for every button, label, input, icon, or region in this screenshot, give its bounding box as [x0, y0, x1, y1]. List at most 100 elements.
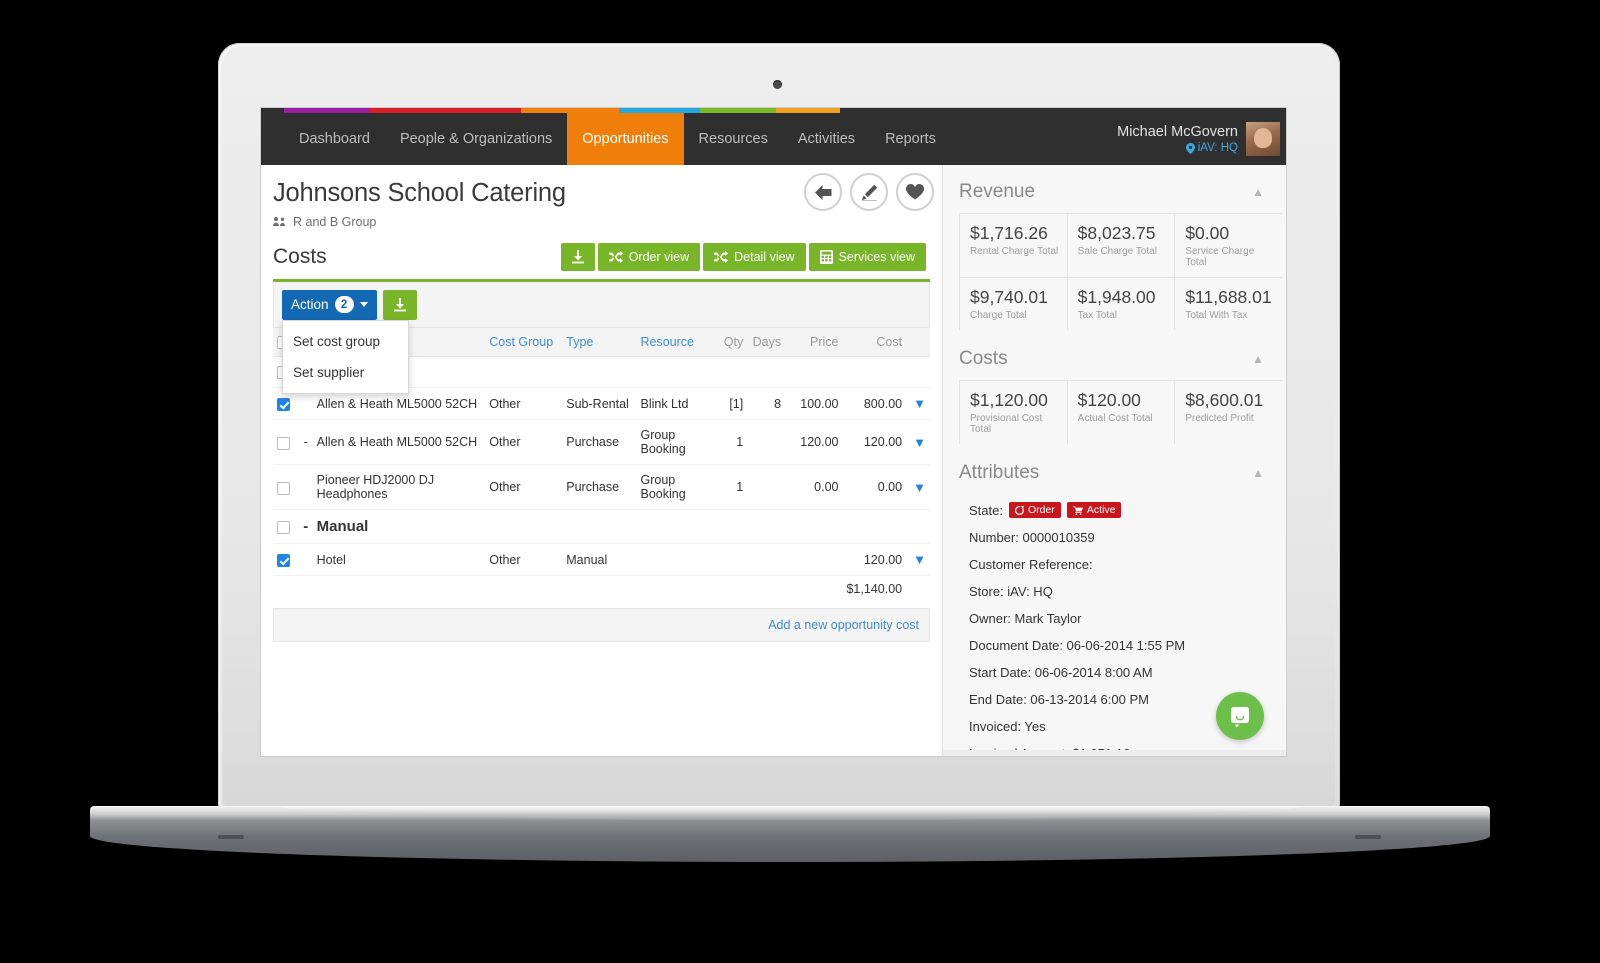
export-button[interactable] — [560, 243, 595, 271]
action-button[interactable]: Action 2 — [282, 289, 377, 320]
row-name: Allen & Heath ML5000 52CH — [312, 419, 486, 466]
row-checkbox[interactable] — [277, 436, 290, 450]
chevron-up-icon[interactable]: ▲ — [1252, 352, 1264, 366]
header-type[interactable]: Type — [562, 328, 637, 358]
table-group-row[interactable]: - Manual — [273, 509, 930, 545]
row-checkbox[interactable] — [277, 398, 290, 411]
row-type: Purchase — [562, 464, 637, 511]
stat-value: $1,948.00 — [1077, 287, 1156, 307]
user-name: Michael McGovern — [1117, 123, 1238, 140]
back-button[interactable] — [804, 173, 842, 211]
calculator-icon — [819, 250, 833, 264]
webcam-dot — [773, 80, 782, 89]
row-type: Sub-Rental — [562, 387, 637, 421]
nav-label: Resources — [698, 131, 768, 147]
menu-item-set-supplier[interactable]: Set supplier — [283, 357, 408, 388]
row-cost: 120.00 — [842, 419, 907, 466]
table-row[interactable]: - Allen & Heath ML5000 52CH Other Purcha… — [273, 419, 930, 466]
nav-item-people-organizations[interactable]: People & Organizations — [385, 113, 567, 165]
header-qty[interactable]: Qty — [713, 328, 748, 358]
table-row[interactable]: Pioneer HDJ2000 DJ Headphones Other Purc… — [273, 464, 930, 511]
header-resource[interactable]: Resource — [636, 328, 714, 358]
nav-label: Activities — [797, 131, 856, 147]
row-chevron-cell[interactable]: ▼ — [906, 419, 930, 466]
laptop-screen: Dashboard People & Organizations Opportu… — [261, 108, 1286, 756]
action-dropdown-menu[interactable]: Set cost group Set supplier — [282, 320, 409, 394]
favourite-button[interactable] — [896, 173, 934, 211]
row-qty — [713, 543, 748, 577]
header-cost-group[interactable]: Cost Group — [485, 328, 563, 358]
services-view-button[interactable]: Services view — [808, 243, 926, 271]
avatar[interactable] — [1246, 122, 1280, 156]
costs-toolbar-row: Costs Order view Detail view Services vi… — [273, 243, 926, 271]
stat-total-with-tax: $11,688.01 Total With Tax — [1174, 277, 1282, 330]
refresh-icon — [1014, 505, 1024, 515]
row-checkbox-cell[interactable] — [273, 509, 299, 545]
row-qty: [1] — [713, 387, 748, 421]
chevron-up-icon[interactable]: ▲ — [1252, 466, 1264, 480]
user-menu[interactable]: Michael McGovern iAV: HQ — [1117, 113, 1286, 165]
row-cost: 0.00 — [842, 464, 907, 511]
chevron-down-icon[interactable]: ▼ — [913, 552, 926, 567]
order-view-label: Order view — [628, 250, 690, 264]
organization-icon — [273, 217, 285, 226]
nav-item-activities[interactable]: Activities — [783, 113, 870, 165]
row-price — [785, 543, 843, 577]
attribute-state: State: Order Active — [969, 496, 1270, 524]
menu-item-set-cost-group[interactable]: Set cost group — [283, 326, 408, 357]
toolbar-download-button[interactable] — [382, 289, 417, 320]
costs-section-header: Costs ▲ — [943, 332, 1286, 380]
revenue-title: Revenue — [959, 181, 1036, 202]
row-expand-cell[interactable]: - — [298, 509, 313, 545]
row-checkbox[interactable] — [277, 554, 290, 567]
nav-item-resources[interactable]: Resources — [684, 113, 783, 165]
user-menu-text: Michael McGovern iAV: HQ — [1117, 123, 1238, 156]
nav-item-reports[interactable]: Reports — [870, 113, 951, 165]
row-cost — [842, 356, 907, 389]
edit-button[interactable] — [850, 173, 888, 211]
header-cost[interactable]: Cost — [842, 328, 907, 358]
row-checkbox-cell[interactable] — [273, 419, 299, 466]
nav-item-opportunities[interactable]: Opportunities — [567, 113, 684, 165]
action-selection-badge: 2 — [334, 296, 354, 313]
breadcrumb-label: R and B Group — [293, 215, 377, 229]
attribute-store: Store: iAV: HQ — [969, 584, 1053, 599]
revenue-section-header: Revenue ▲ — [943, 165, 1286, 213]
row-resource: Blink Ltd — [636, 387, 714, 421]
detail-view-button[interactable]: Detail view — [703, 243, 806, 271]
row-checkbox[interactable] — [277, 481, 290, 495]
order-view-button[interactable]: Order view — [597, 243, 701, 271]
row-checkbox-cell[interactable] — [273, 543, 299, 577]
row-checkbox[interactable] — [277, 520, 290, 534]
main-content: Johnsons School Catering R and B Group C… — [261, 165, 942, 756]
chat-launcher-button[interactable] — [1216, 692, 1264, 740]
header-days[interactable]: Days — [747, 328, 786, 358]
table-row[interactable]: Hotel Other Manual 120.00 ▼ — [273, 543, 930, 577]
add-opportunity-cost-link[interactable]: Add a new opportunity cost — [768, 618, 919, 632]
chevron-down-icon[interactable]: ▼ — [913, 396, 926, 411]
row-chevron-cell[interactable]: ▼ — [906, 464, 930, 511]
chevron-down-icon[interactable]: ▼ — [913, 480, 926, 495]
row-chevron-cell[interactable]: ▼ — [906, 387, 930, 421]
stat-value: $0.00 — [1185, 223, 1230, 243]
stat-value: $120.00 — [1077, 390, 1141, 410]
chevron-down-icon[interactable]: ▼ — [913, 435, 926, 450]
row-chevron-cell[interactable]: ▼ — [906, 543, 930, 577]
state-label: State: — [969, 502, 1003, 518]
cart-icon — [1072, 505, 1083, 515]
row-cost-group — [485, 356, 563, 389]
chevron-up-icon[interactable]: ▲ — [1252, 185, 1264, 199]
stat-provisional-cost-total: $1,120.00 Provisional Cost Total — [959, 380, 1067, 444]
stat-value: $8,600.01 — [1185, 390, 1264, 410]
row-checkbox-cell[interactable] — [273, 464, 299, 511]
services-view-label: Services view — [838, 250, 915, 264]
heart-icon — [906, 184, 924, 200]
nav-item-dashboard[interactable]: Dashboard — [284, 113, 385, 165]
costs-section-title: Costs — [273, 245, 327, 268]
row-days — [747, 543, 786, 577]
nav-label: Reports — [885, 131, 936, 147]
header-chevron — [906, 328, 930, 358]
header-price[interactable]: Price — [785, 328, 843, 358]
row-expand-cell[interactable]: - — [298, 419, 313, 466]
row-price: 0.00 — [785, 464, 843, 511]
